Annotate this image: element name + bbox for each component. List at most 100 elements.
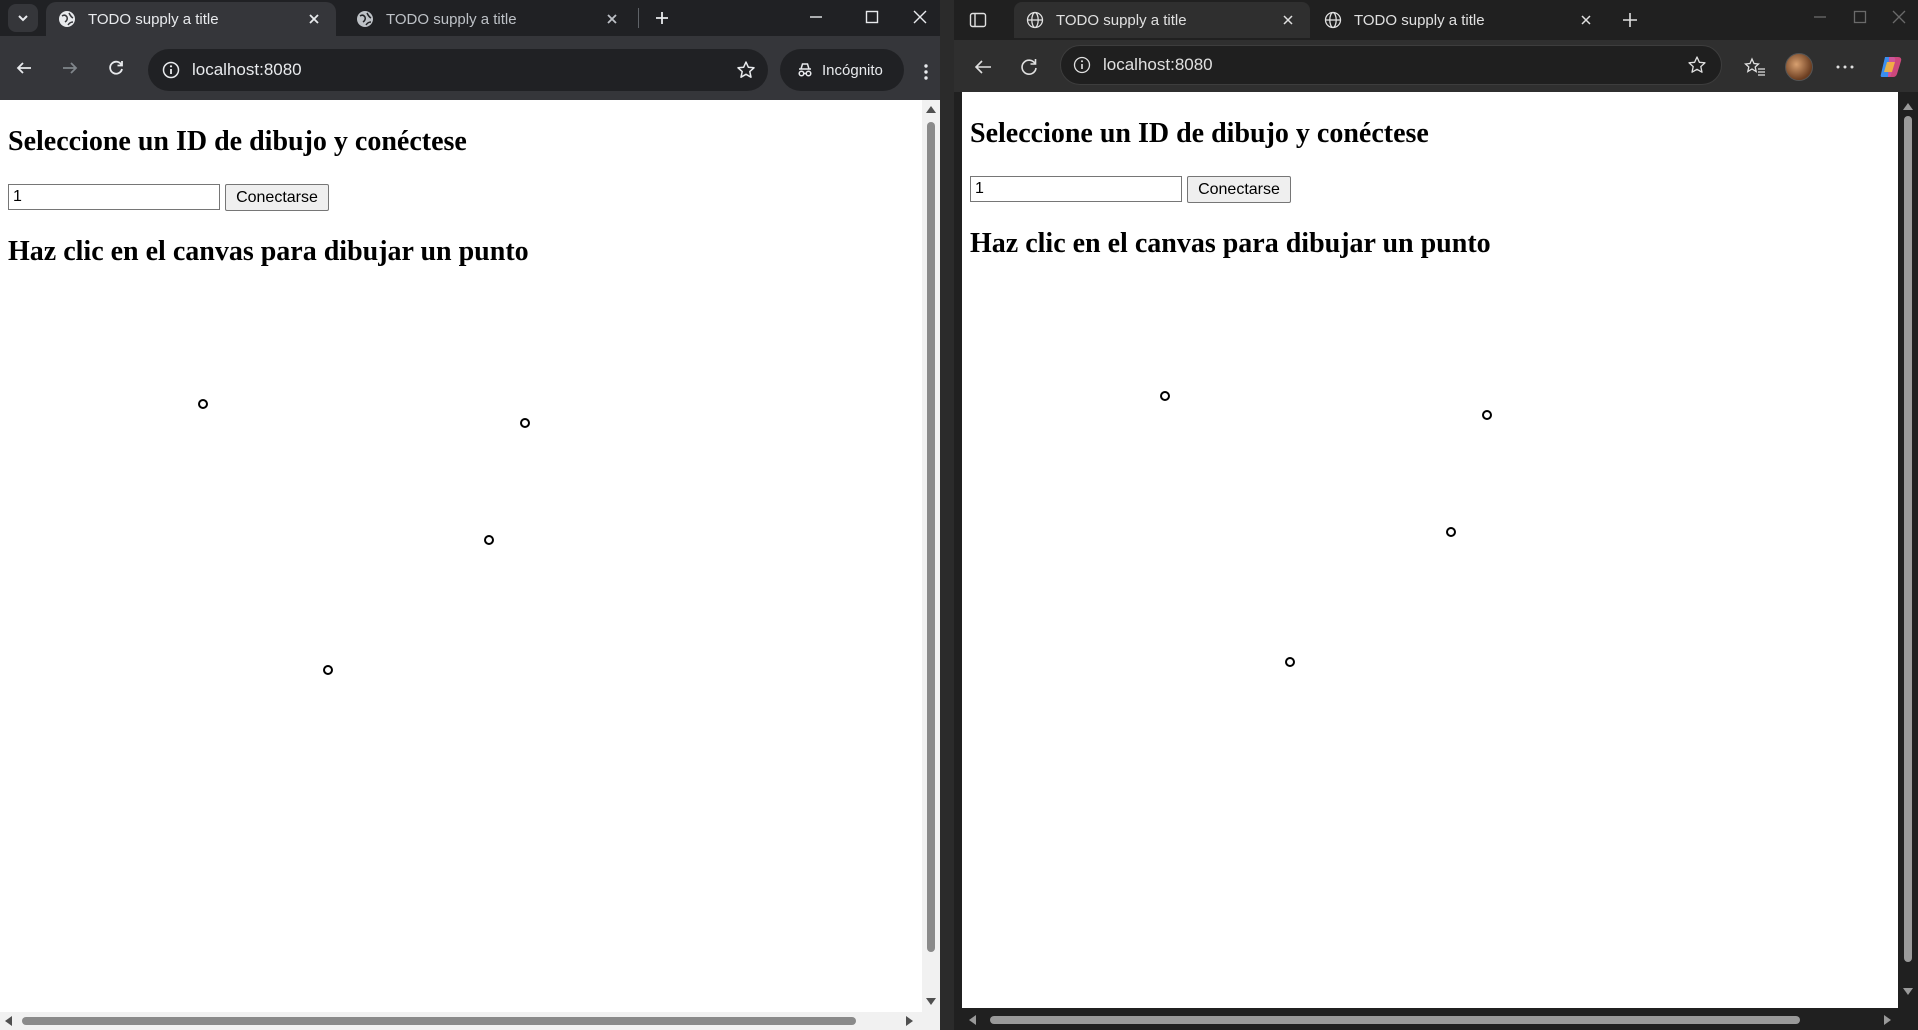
maximize-button[interactable] — [1840, 0, 1880, 34]
bookmark-star-icon[interactable] — [736, 60, 756, 80]
horizontal-scrollbar[interactable] — [0, 1012, 940, 1030]
scroll-left-arrow-icon[interactable] — [968, 1015, 976, 1025]
incognito-indicator[interactable]: Incógnito — [780, 49, 904, 91]
settings-more-button[interactable] — [1830, 52, 1860, 82]
tab-actions-button[interactable] — [966, 8, 990, 32]
drawing-canvas[interactable] — [0, 100, 940, 1012]
back-button[interactable] — [968, 52, 998, 82]
info-icon[interactable] — [162, 61, 180, 79]
window-gap — [940, 0, 954, 1030]
edge-tab-2[interactable]: TODO supply a title — [1312, 2, 1608, 38]
minimize-button[interactable] — [1800, 0, 1840, 34]
scroll-up-arrow-icon[interactable] — [1903, 102, 1913, 110]
globe-icon — [59, 11, 75, 27]
edge-page-viewport: Seleccione un ID de dibujo y conéctese C… — [962, 92, 1898, 1008]
arrow-left-icon — [974, 60, 991, 74]
close-tab-icon[interactable] — [602, 9, 622, 29]
canvas-point — [1160, 391, 1170, 401]
maximize-button[interactable] — [844, 0, 900, 34]
forward-button[interactable] — [54, 52, 86, 84]
scroll-right-arrow-icon[interactable] — [1884, 1015, 1892, 1025]
add-favorite-star-icon[interactable] — [1687, 55, 1707, 75]
canvas-point — [323, 665, 333, 675]
tab-separator — [638, 8, 639, 28]
scroll-down-arrow-icon[interactable] — [926, 998, 936, 1006]
minimize-button[interactable] — [788, 0, 844, 34]
ellipsis-icon — [1836, 65, 1854, 69]
scrollbar-thumb[interactable] — [1904, 116, 1912, 962]
canvas-point — [1482, 410, 1492, 420]
scroll-left-arrow-icon[interactable] — [4, 1016, 12, 1026]
reload-icon — [1021, 59, 1037, 75]
favorites-list-icon — [1744, 57, 1765, 76]
vertical-scrollbar[interactable] — [1898, 92, 1918, 1008]
avatar — [1785, 53, 1813, 81]
chrome-window: TODO supply a title TODO supply a title … — [0, 0, 940, 1030]
chrome-tab-2[interactable]: TODO supply a title — [344, 2, 634, 36]
reload-icon — [109, 60, 123, 75]
close-window-button[interactable] — [1880, 0, 1918, 34]
vertical-scrollbar[interactable] — [922, 100, 940, 1012]
tab-title: TODO supply a title — [1354, 11, 1485, 29]
new-tab-button[interactable] — [1616, 6, 1644, 34]
edge-tab-1[interactable]: TODO supply a title — [1014, 2, 1310, 38]
canvas-point — [484, 535, 494, 545]
canvas-point — [520, 418, 530, 428]
chrome-tab-strip: TODO supply a title TODO supply a title — [0, 0, 940, 36]
minimize-icon — [1814, 16, 1826, 18]
copilot-icon — [1880, 57, 1902, 77]
close-window-button[interactable] — [900, 0, 940, 34]
chevron-down-icon — [18, 15, 28, 22]
sidebar-panel-icon — [969, 12, 987, 28]
plus-icon — [656, 12, 668, 24]
scrollbar-thumb[interactable] — [990, 1016, 1800, 1024]
incognito-label: Incógnito — [822, 61, 883, 79]
arrow-right-icon — [63, 62, 78, 74]
info-icon[interactable] — [1073, 56, 1091, 74]
canvas-point — [198, 399, 208, 409]
canvas-point — [1285, 657, 1295, 667]
horizontal-scrollbar[interactable] — [962, 1008, 1918, 1030]
tab-search-button[interactable] — [8, 4, 38, 32]
maximize-icon — [1853, 10, 1867, 24]
scrollbar-thumb[interactable] — [22, 1017, 856, 1025]
edge-window: TODO supply a title TODO supply a title … — [954, 0, 1918, 1030]
tab-title: TODO supply a title — [88, 10, 219, 28]
canvas-point — [1446, 527, 1456, 537]
globe-icon — [357, 11, 373, 27]
url-text[interactable]: localhost:8080 — [192, 60, 736, 80]
address-bar[interactable]: localhost:8080 — [148, 49, 768, 91]
reload-button[interactable] — [1014, 52, 1044, 82]
scroll-down-arrow-icon[interactable] — [1903, 988, 1913, 996]
close-tab-icon[interactable] — [1278, 10, 1298, 30]
chrome-toolbar: localhost:8080 Incógnito — [0, 36, 940, 100]
arrow-left-icon — [16, 62, 31, 74]
close-tab-icon[interactable] — [304, 9, 324, 29]
profile-button[interactable] — [1784, 52, 1814, 82]
tab-title: TODO supply a title — [386, 10, 517, 28]
new-tab-button[interactable] — [648, 4, 676, 32]
globe-icon — [1324, 11, 1342, 29]
favorites-button[interactable] — [1740, 52, 1770, 82]
scrollbar-thumb[interactable] — [927, 122, 935, 952]
reload-button[interactable] — [100, 52, 132, 84]
minimize-icon — [810, 16, 822, 18]
drawing-page: Seleccione un ID de dibujo y conéctese C… — [0, 100, 940, 1012]
copilot-button[interactable] — [1876, 52, 1906, 82]
edge-toolbar: localhost:8080 — [954, 40, 1918, 92]
chrome-page-viewport: Seleccione un ID de dibujo y conéctese C… — [0, 100, 940, 1012]
close-tab-icon[interactable] — [1576, 10, 1596, 30]
scroll-up-arrow-icon[interactable] — [926, 105, 936, 113]
chrome-menu-button[interactable] — [918, 56, 934, 88]
url-text[interactable]: localhost:8080 — [1103, 55, 1687, 75]
edge-tab-strip: TODO supply a title TODO supply a title — [954, 0, 1918, 40]
scroll-right-arrow-icon[interactable] — [906, 1016, 914, 1026]
chrome-tab-1[interactable]: TODO supply a title — [46, 2, 336, 36]
back-button[interactable] — [8, 52, 40, 84]
drawing-canvas[interactable] — [962, 92, 1898, 1008]
close-icon — [1892, 10, 1906, 24]
globe-icon — [1026, 11, 1044, 29]
address-bar[interactable]: localhost:8080 — [1060, 45, 1722, 85]
maximize-icon — [865, 10, 879, 24]
tab-title: TODO supply a title — [1056, 11, 1187, 29]
